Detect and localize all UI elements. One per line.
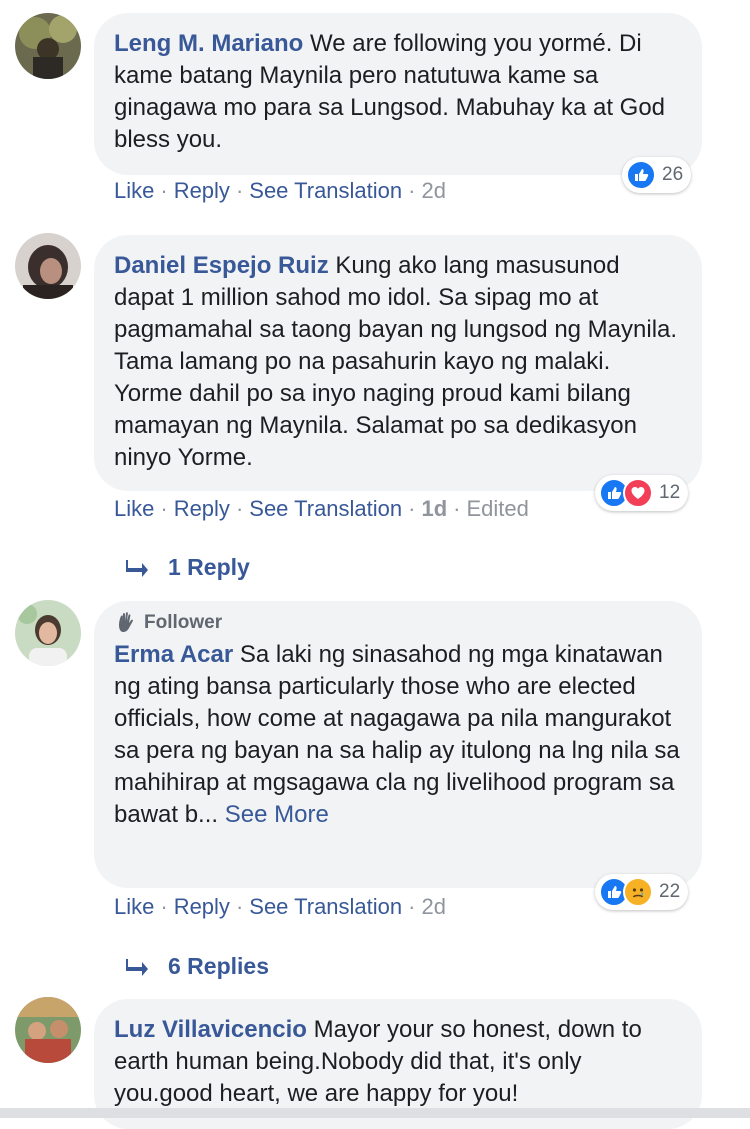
follower-badge: Follower: [114, 611, 680, 635]
reply-arrow-icon: [126, 958, 148, 976]
see-translation-link[interactable]: See Translation: [249, 178, 402, 203]
like-link[interactable]: Like: [114, 178, 154, 203]
love-icon: [623, 478, 653, 508]
view-replies-link[interactable]: 6 Replies: [126, 953, 269, 980]
comment-author[interactable]: Leng M. Mariano: [114, 30, 303, 57]
avatar[interactable]: [15, 13, 81, 79]
reply-link[interactable]: Reply: [174, 496, 230, 521]
replies-count-label: 6 Replies: [168, 953, 269, 979]
avatar[interactable]: [15, 997, 81, 1063]
comment-author[interactable]: Luz Villavicencio: [114, 1016, 307, 1043]
reaction-count: 26: [662, 164, 684, 185]
comment-bubble: Daniel Espejo Ruiz Kung ako lang masusun…: [94, 235, 702, 491]
avatar[interactable]: [15, 600, 81, 666]
timestamp[interactable]: 2d: [421, 178, 445, 203]
like-icon: [626, 160, 656, 190]
comment-actions: Like · Reply · See Translation · 1d · Edited: [114, 496, 529, 521]
comment-bubble: Follower Erma Acar Sa laki ng sinasahod …: [94, 601, 702, 888]
comment-author[interactable]: Daniel Espejo Ruiz: [114, 252, 329, 279]
timestamp[interactable]: 1d: [421, 496, 447, 521]
comment-actions: Like · Reply · See Translation · 2d: [114, 178, 446, 203]
comment-actions: Like · Reply · See Translation · 2d: [114, 894, 446, 919]
comment-author[interactable]: Erma Acar: [114, 641, 233, 668]
reply-link[interactable]: Reply: [174, 178, 230, 203]
reaction-summary[interactable]: 22: [595, 874, 689, 910]
reaction-summary[interactable]: 12: [595, 475, 689, 511]
follower-label: Follower: [144, 612, 223, 633]
edited-label[interactable]: Edited: [466, 496, 528, 521]
reaction-count: 12: [659, 482, 681, 503]
reaction-summary[interactable]: 26: [622, 157, 692, 193]
reaction-count: 22: [659, 881, 681, 902]
reply-link[interactable]: Reply: [174, 894, 230, 919]
comment-text: Sa laki ng sinasahod ng mga kinatawan ng…: [114, 641, 680, 828]
comment-text: Kung ako lang masusunod dapat 1 million …: [114, 252, 678, 471]
see-more-link[interactable]: See More: [225, 801, 329, 828]
see-translation-link[interactable]: See Translation: [249, 496, 402, 521]
timestamp[interactable]: 2d: [421, 894, 445, 919]
avatar[interactable]: [15, 233, 81, 299]
like-link[interactable]: Like: [114, 894, 154, 919]
comment-bubble: Leng M. Mariano We are following you yor…: [94, 13, 702, 175]
view-replies-link[interactable]: 1 Reply: [126, 554, 250, 581]
reply-arrow-icon: [126, 559, 148, 577]
follower-icon: [119, 612, 133, 632]
replies-count-label: 1 Reply: [168, 554, 250, 580]
see-translation-link[interactable]: See Translation: [249, 894, 402, 919]
sad-icon: [623, 877, 653, 907]
scroll-edge: [0, 1108, 750, 1118]
like-link[interactable]: Like: [114, 496, 154, 521]
